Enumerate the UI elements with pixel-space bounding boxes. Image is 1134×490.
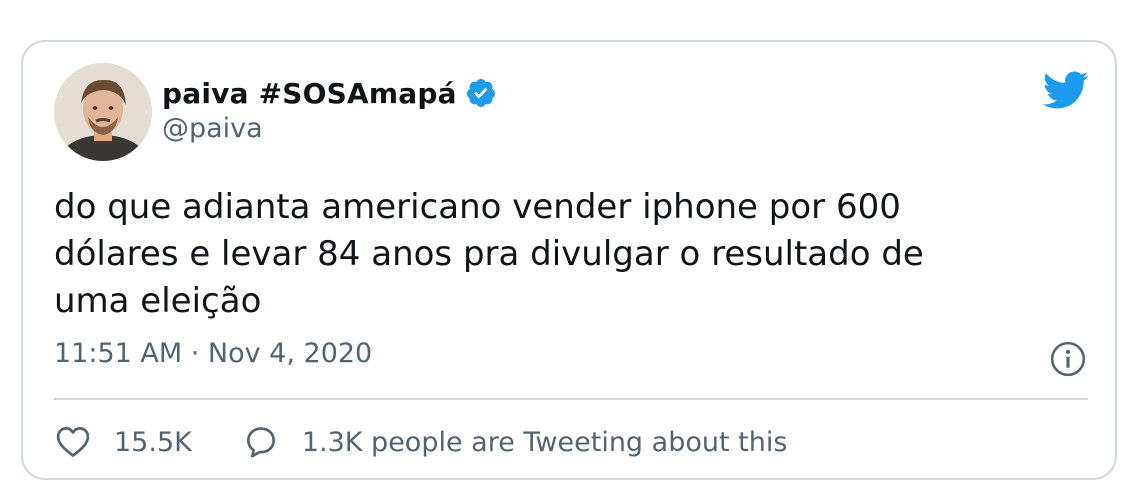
author-name-row[interactable]: paiva #SOSAmapá (162, 74, 497, 112)
action-bar: 15.5K 1.3K people are Tweeting about thi… (54, 420, 787, 464)
verified-badge-icon (466, 79, 495, 107)
heart-icon[interactable] (54, 423, 92, 461)
tweet-timestamp[interactable]: 11:51 AM · Nov 4, 2020 (54, 338, 372, 369)
tweet-card: paiva #SOSAmapá @paiva do que adianta am… (21, 40, 1117, 480)
like-count[interactable]: 15.5K (114, 427, 192, 458)
conversation-link[interactable]: 1.3K people are Tweeting about this (302, 427, 788, 458)
avatar[interactable] (54, 63, 152, 161)
tweet-text: do que adianta americano vender iphone p… (54, 187, 924, 321)
author-handle[interactable]: @paiva (162, 113, 263, 144)
divider (54, 398, 1088, 400)
twitter-bird-icon[interactable] (1041, 70, 1089, 110)
display-name[interactable]: paiva #SOSAmapá (162, 77, 457, 110)
info-icon[interactable] (1049, 340, 1087, 378)
reply-bubble-icon[interactable] (242, 423, 280, 461)
